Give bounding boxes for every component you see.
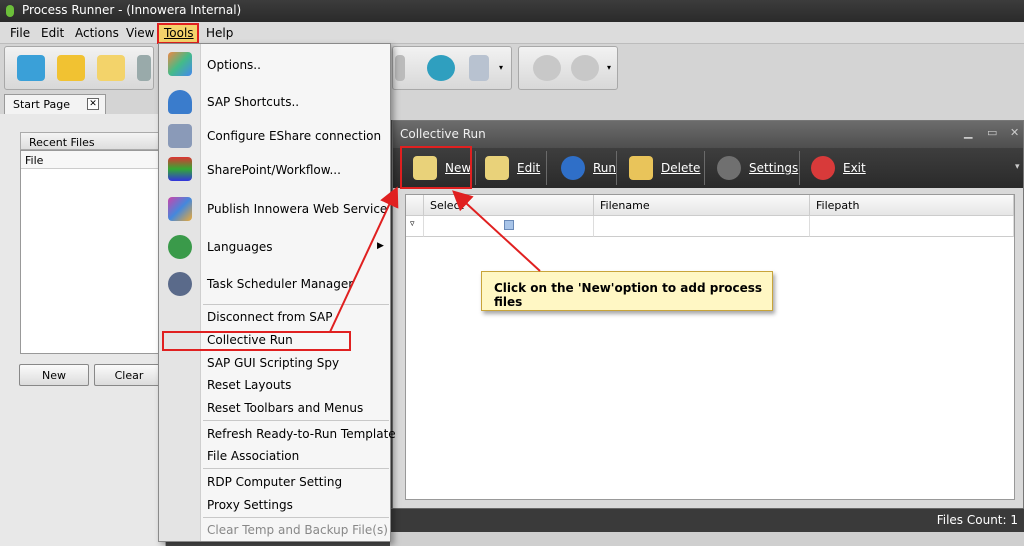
arrow-callout-to-new: [452, 190, 541, 272]
arrow-to-new-button: [329, 186, 399, 333]
annotation-arrows: [329, 186, 541, 333]
